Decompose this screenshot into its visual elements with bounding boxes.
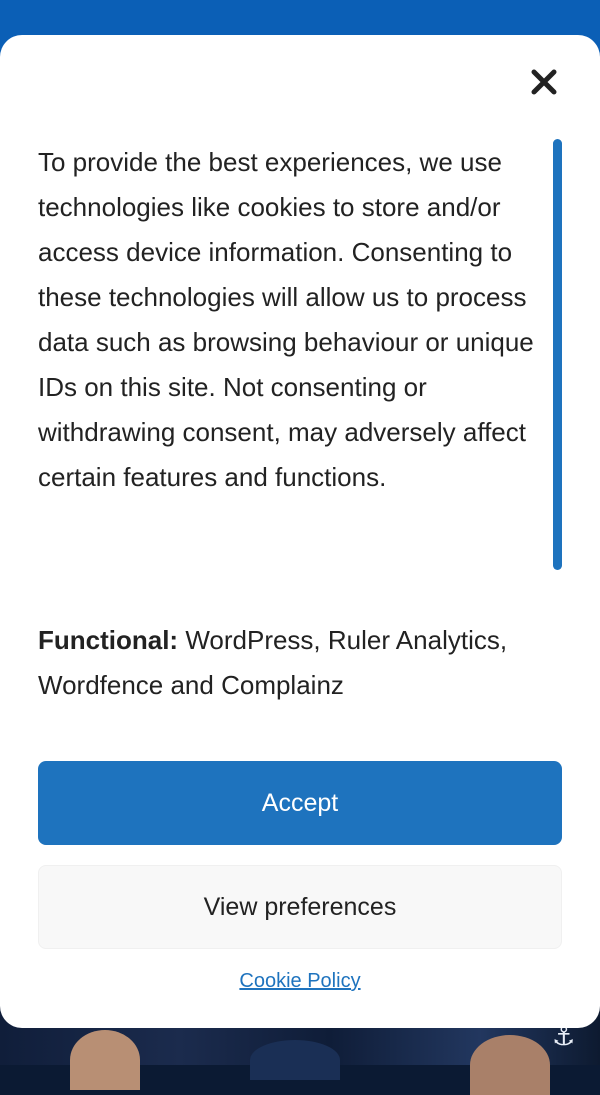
background-person (70, 1030, 140, 1090)
background-person (470, 1035, 550, 1095)
close-icon (531, 69, 557, 95)
view-preferences-button[interactable]: View preferences (38, 865, 562, 949)
accept-button[interactable]: Accept (38, 761, 562, 845)
functional-info: Functional: WordPress, Ruler Analytics, … (38, 618, 558, 708)
cookie-policy-link[interactable]: Cookie Policy (0, 970, 600, 993)
message-scrollbar[interactable] (553, 139, 562, 570)
close-button[interactable] (524, 60, 564, 104)
functional-label: Functional: (38, 625, 179, 655)
consent-message: To provide the best experiences, we use … (38, 147, 534, 492)
background-person (250, 1040, 340, 1080)
